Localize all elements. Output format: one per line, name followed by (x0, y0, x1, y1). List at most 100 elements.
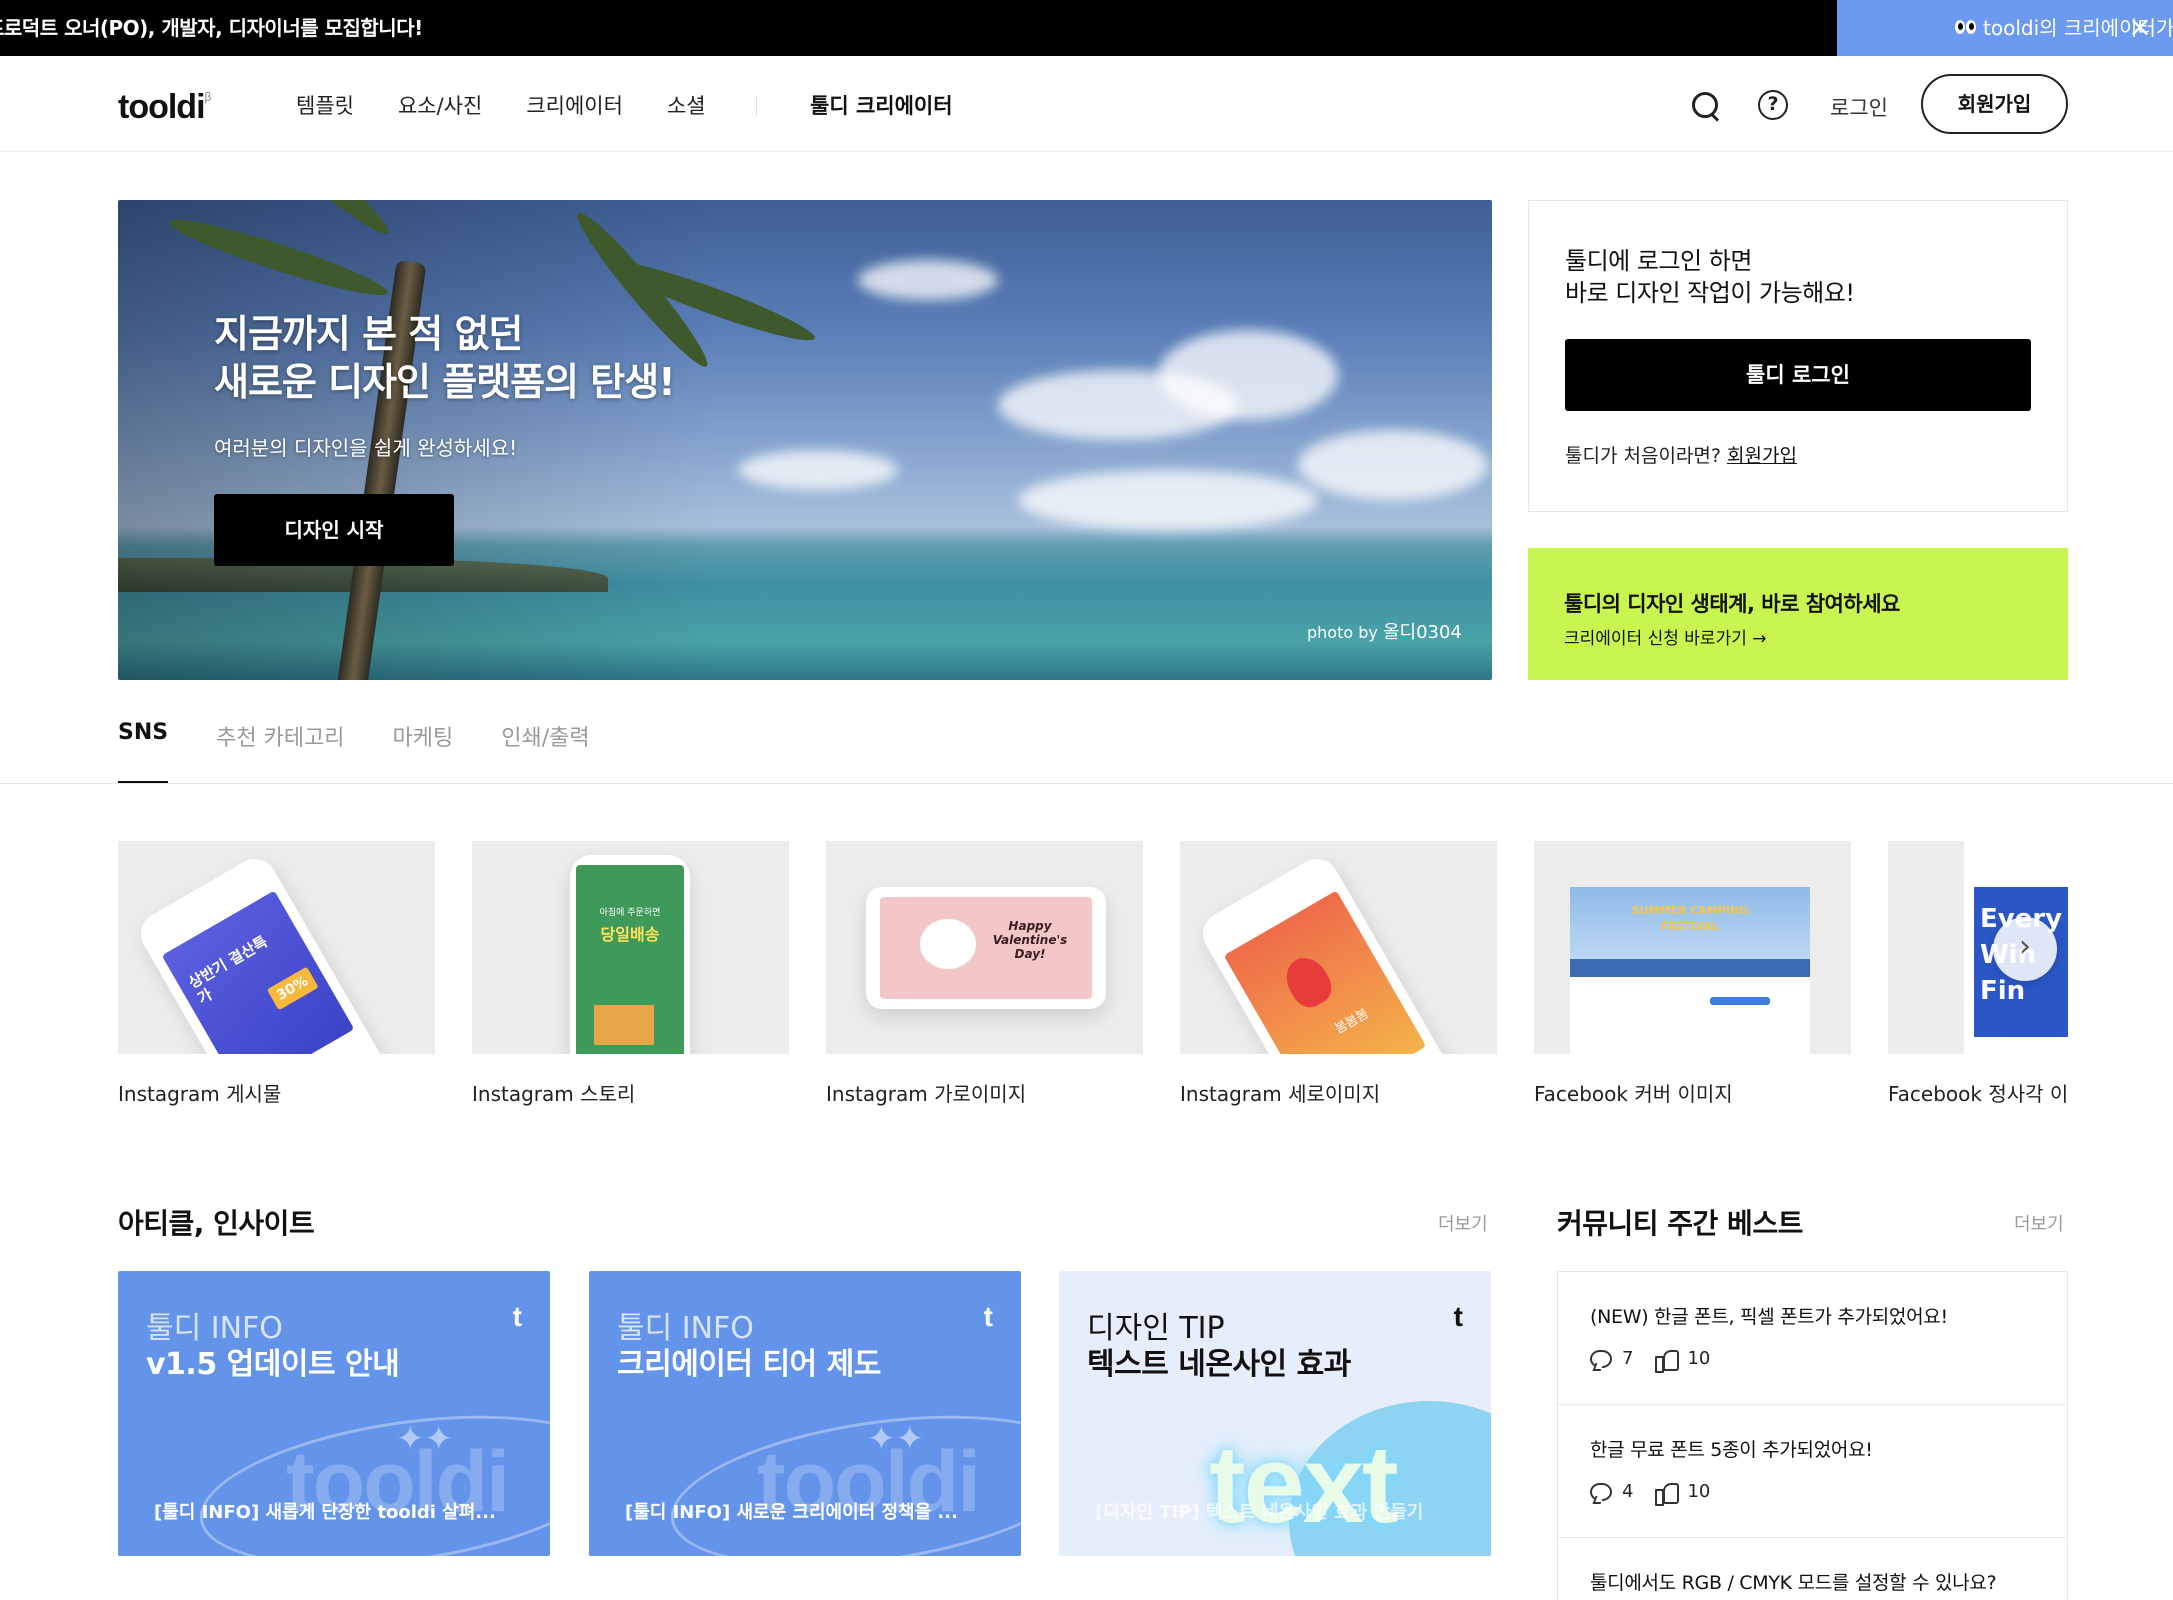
recruit-notice[interactable]: 프로덕트 오너(PO), 개발자, 디자이너를 모집합니다! (0, 0, 423, 56)
nav-tooldi-creator[interactable]: 툴디 크리에이터 (810, 90, 953, 120)
community-post[interactable]: 툴디에서도 RGB / CMYK 모드를 설정할 수 있나요? (1558, 1538, 2067, 1600)
tooldi-login-button[interactable]: 툴디 로그인 (1565, 339, 2031, 411)
article-caption: [툴디 INFO] 새롭게 단장한 tooldi 살펴... (154, 1502, 496, 1523)
phone-mockup: 봄봄봄 (1195, 850, 1455, 1054)
template-thumbnail: 아침에 주문하면 당일배송 (472, 841, 789, 1054)
community-more-link[interactable]: 더보기 (2014, 1210, 2064, 1236)
thumb-text: SUMMER CAMPING FESTIVAL (1631, 904, 1749, 933)
close-icon[interactable]: × (2124, 12, 2156, 44)
cover-button (1710, 997, 1770, 1005)
post-title: (NEW) 한글 폰트, 픽셀 폰트가 추가되었어요! (1590, 1306, 1948, 1328)
nav-elements-photos[interactable]: 요소/사진 (398, 90, 482, 120)
template-carousel: 상반기 결산특가 30% Instagram 게시물 아침에 주문하면 당일배송… (118, 841, 2068, 1121)
nav-divider (756, 96, 757, 116)
beta-badge: β (204, 90, 212, 104)
comment-count: 4 (1622, 1481, 1634, 1502)
template-label: Facebook 커버 이미지 (1534, 1082, 1733, 1106)
phone-screen: 상반기 결산특가 30% (161, 890, 355, 1054)
thumb-badge: 30% (266, 966, 319, 1011)
articles-title: 아티클, 인사이트 (118, 1207, 315, 1240)
photo-credit: photo by 올디0304 (1307, 622, 1462, 643)
tab-marketing[interactable]: 마케팅 (393, 720, 454, 784)
article-caption: [디자인 TIP] 텍스트 네온사인 효과 만들기 (1095, 1502, 1424, 1523)
nav-templates[interactable]: 템플릿 (296, 90, 354, 120)
template-card[interactable]: 상반기 결산특가 30% Instagram 게시물 (118, 841, 435, 1107)
search-icon[interactable] (1690, 90, 1722, 122)
template-card[interactable]: SUMMER CAMPING FESTIVAL Facebook 커버 이미지 (1534, 841, 1851, 1107)
creator-banner-title: 툴디의 디자인 생태계, 바로 참여하세요 (1564, 592, 1900, 616)
articles-more-link[interactable]: 더보기 (1438, 1210, 1488, 1236)
template-thumbnail: 봄봄봄 (1180, 841, 1497, 1054)
tabs-divider (0, 783, 2173, 784)
post-title: 툴디에서도 RGB / CMYK 모드를 설정할 수 있나요? (1590, 1572, 1997, 1594)
thumb-text: 상반기 결산특가 (185, 932, 271, 1008)
flower-illustration (1278, 950, 1338, 1014)
hero-cloud (1158, 330, 1338, 420)
template-label: Instagram 게시물 (118, 1082, 282, 1106)
like-count: 10 (1687, 1481, 1711, 1502)
signup-button[interactable]: 회원가입 (1921, 74, 2068, 134)
login-card: 툴디에 로그인 하면 바로 디자인 작업이 가능해요! 툴디 로그인 툴디가 처음… (1528, 200, 2068, 512)
hero-cloud (1298, 430, 1488, 500)
tooldi-logo[interactable]: tooldiβ (118, 88, 212, 127)
bird-illustration (920, 919, 976, 969)
thumb-text: 봄봄봄 (1332, 1006, 1372, 1038)
tab-sns[interactable]: SNS (118, 720, 169, 784)
phone-mockup: 아침에 주문하면 당일배송 (570, 855, 690, 1054)
announcement-bar: 프로덕트 오너(PO), 개발자, 디자이너를 모집합니다! tooldi의 크… (0, 0, 2173, 56)
article-caption: [툴디 INFO] 새로운 크리에이터 정책을 ... (625, 1502, 958, 1523)
phone-screen: Happy Valentine's Day! (880, 897, 1092, 999)
template-card[interactable]: 봄봄봄 Instagram 세로이미지 (1180, 841, 1497, 1107)
box-illustration (594, 1005, 654, 1045)
tab-recommended[interactable]: 추천 카테고리 (216, 720, 344, 784)
phone-mockup: 상반기 결산특가 30% (133, 850, 393, 1054)
thumb-text: 당일배송 (600, 925, 660, 944)
hero-cloud (738, 450, 898, 490)
template-card[interactable]: Happy Valentine's Day! Instagram 가로이미지 (826, 841, 1143, 1107)
creator-apply-link[interactable]: 크리에이터 신청 바로가기 → (1564, 624, 1767, 649)
template-label: Instagram 세로이미지 (1180, 1082, 1381, 1106)
phone-screen: 봄봄봄 (1223, 890, 1427, 1054)
template-thumbnail: SUMMER CAMPING FESTIVAL (1534, 841, 1851, 1054)
start-design-button[interactable]: 디자인 시작 (214, 494, 454, 566)
template-thumbnail: Happy Valentine's Day! (826, 841, 1143, 1054)
like-count: 10 (1687, 1348, 1711, 1369)
login-link[interactable]: 로그인 (1830, 92, 1888, 122)
hero-banner: 지금까지 본 적 없던 새로운 디자인 플랫폼의 탄생! 여러분의 디자인을 쉽게… (118, 200, 1492, 680)
nav-creators[interactable]: 크리에이터 (526, 90, 623, 120)
community-post[interactable]: (NEW) 한글 폰트, 픽셀 폰트가 추가되었어요! 7 10 (1558, 1272, 2067, 1405)
login-message: 툴디에 로그인 하면 바로 디자인 작업이 가능해요! (1565, 247, 1855, 307)
template-label: Instagram 스토리 (472, 1082, 636, 1106)
article-headline: v1.5 업데이트 안내 (146, 1347, 400, 1382)
template-card[interactable]: 아침에 주문하면 당일배송 Instagram 스토리 (472, 841, 789, 1107)
article-card[interactable]: ✦✦ tooldi 툴디 INFO v1.5 업데이트 안내 t [툴디 INF… (118, 1271, 550, 1556)
thumbs-up-icon (1655, 1482, 1680, 1506)
template-category-tabs: SNS 추천 카테고리 마케팅 인쇄/출력 (118, 720, 638, 784)
phone-screen: 아침에 주문하면 당일배송 (576, 865, 684, 1054)
article-card[interactable]: text 디자인 TIP 텍스트 네온사인 효과 t [디자인 TIP] 텍스트… (1059, 1271, 1491, 1556)
creator-join-banner[interactable]: 툴디의 디자인 생태계, 바로 참여하세요 크리에이터 신청 바로가기 → (1528, 548, 2068, 680)
hero-subtitle: 여러분의 디자인을 쉽게 완성하세요! (214, 436, 518, 460)
hero-title: 지금까지 본 적 없던 새로운 디자인 플랫폼의 탄생! (214, 312, 676, 404)
cover-image: SUMMER CAMPING FESTIVAL (1570, 887, 1810, 977)
main-nav: 템플릿 요소/사진 크리에이터 소셜 (296, 90, 750, 120)
facebook-cover-mockup: SUMMER CAMPING FESTIVAL (1570, 887, 1810, 1054)
help-icon[interactable]: ? (1758, 90, 1788, 120)
community-post[interactable]: 한글 무료 폰트 5종이 추가되었어요! 4 10 (1558, 1405, 2067, 1538)
carousel-next-button[interactable]: › (1993, 917, 2057, 981)
template-label: Instagram 가로이미지 (826, 1082, 1027, 1106)
template-thumbnail: 상반기 결산특가 30% (118, 841, 435, 1054)
article-card[interactable]: ✦✦ tooldi 툴디 INFO 크리에이터 티어 제도 t [툴디 INFO… (589, 1271, 1021, 1556)
first-visit-text: 툴디가 처음이라면? 회원가입 (1565, 445, 1797, 467)
nav-social[interactable]: 소셜 (667, 90, 706, 120)
comment-icon (1590, 1482, 1612, 1501)
signup-link[interactable]: 회원가입 (1727, 445, 1797, 467)
tooldi-t-icon: t (983, 1301, 993, 1332)
thumb-small-text: 아침에 주문하면 (599, 908, 661, 918)
post-title: 한글 무료 폰트 5종이 추가되었어요! (1590, 1439, 1873, 1461)
creator-promo-banner[interactable]: tooldi의 크리에이터가 (1837, 0, 2173, 56)
tab-print[interactable]: 인쇄/출력 (501, 720, 589, 784)
article-headline: 텍스트 네온사인 효과 (1087, 1347, 1351, 1382)
hero-cloud (858, 260, 998, 300)
article-ghost-text: text (1209, 1423, 1399, 1546)
